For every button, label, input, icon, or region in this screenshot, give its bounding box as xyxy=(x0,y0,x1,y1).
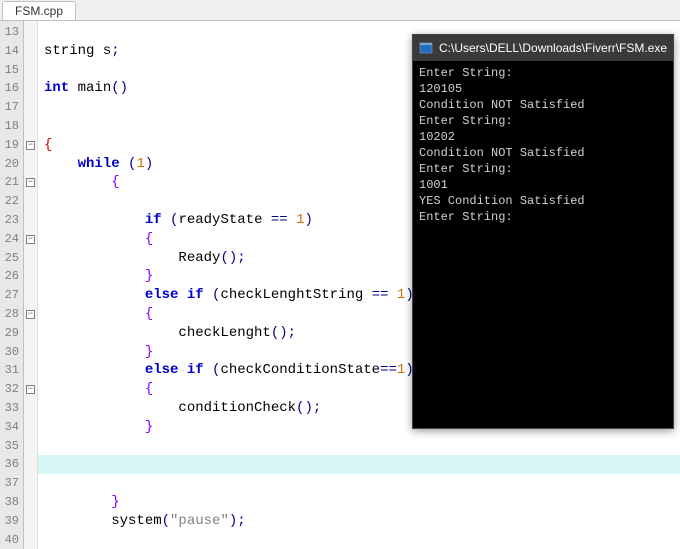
file-tab[interactable]: FSM.cpp xyxy=(2,1,76,20)
line-number: 20 xyxy=(0,155,23,174)
code-line[interactable] xyxy=(44,437,680,456)
fold-cell xyxy=(24,512,37,531)
fold-cell xyxy=(24,455,37,474)
fold-cell xyxy=(24,399,37,418)
fold-toggle-icon[interactable]: − xyxy=(26,310,35,319)
line-number: 33 xyxy=(0,399,23,418)
fold-cell[interactable]: − xyxy=(24,305,37,324)
fold-cell xyxy=(24,98,37,117)
console-title-text: C:\Users\DELL\Downloads\Fiverr\FSM.exe xyxy=(439,41,667,55)
fold-cell xyxy=(24,249,37,268)
fold-cell xyxy=(24,361,37,380)
fold-toggle-icon[interactable]: − xyxy=(26,235,35,244)
fold-cell[interactable]: − xyxy=(24,230,37,249)
line-number: 37 xyxy=(0,474,23,493)
line-number: 25 xyxy=(0,249,23,268)
console-window[interactable]: C:\Users\DELL\Downloads\Fiverr\FSM.exe E… xyxy=(412,34,674,429)
line-number: 38 xyxy=(0,493,23,512)
fold-cell xyxy=(24,418,37,437)
console-titlebar[interactable]: C:\Users\DELL\Downloads\Fiverr\FSM.exe xyxy=(413,35,673,61)
line-number: 27 xyxy=(0,286,23,305)
console-line: Enter String: xyxy=(419,161,667,177)
line-number: 40 xyxy=(0,531,23,549)
fold-toggle-icon[interactable]: − xyxy=(26,385,35,394)
tab-bar: FSM.cpp xyxy=(0,0,680,21)
line-number: 18 xyxy=(0,117,23,136)
console-line: 1001 xyxy=(419,177,667,193)
console-line: Enter String: xyxy=(419,113,667,129)
line-number: 36 xyxy=(0,455,23,474)
fold-cell xyxy=(24,267,37,286)
line-number: 26 xyxy=(0,267,23,286)
console-line: Condition NOT Satisfied xyxy=(419,97,667,113)
line-number: 30 xyxy=(0,343,23,362)
line-number: 21 xyxy=(0,173,23,192)
fold-cell xyxy=(24,192,37,211)
fold-cell xyxy=(24,42,37,61)
line-number: 13 xyxy=(0,23,23,42)
line-number: 15 xyxy=(0,61,23,80)
line-number: 19 xyxy=(0,136,23,155)
fold-cell[interactable]: − xyxy=(24,136,37,155)
console-line: 120105 xyxy=(419,81,667,97)
fold-toggle-icon[interactable]: − xyxy=(26,178,35,187)
console-line: Enter String: xyxy=(419,65,667,81)
line-number: 31 xyxy=(0,361,23,380)
fold-cell xyxy=(24,324,37,343)
console-icon xyxy=(419,41,433,55)
code-line[interactable] xyxy=(44,474,680,493)
line-number: 16 xyxy=(0,79,23,98)
code-line[interactable]: } xyxy=(44,493,680,512)
line-number: 14 xyxy=(0,42,23,61)
line-number-gutter: 1314151617181920212223242526272829303132… xyxy=(0,21,24,549)
console-line: YES Condition Satisfied xyxy=(419,193,667,209)
line-number: 32 xyxy=(0,380,23,399)
code-line[interactable] xyxy=(38,455,680,474)
fold-cell xyxy=(24,474,37,493)
fold-cell xyxy=(24,79,37,98)
console-output: Enter String:120105Condition NOT Satisfi… xyxy=(413,61,673,229)
fold-column: − − − − − xyxy=(24,21,38,549)
line-number: 28 xyxy=(0,305,23,324)
fold-cell xyxy=(24,117,37,136)
fold-cell xyxy=(24,155,37,174)
console-line: 10202 xyxy=(419,129,667,145)
code-line[interactable] xyxy=(44,531,680,549)
line-number: 34 xyxy=(0,418,23,437)
line-number: 24 xyxy=(0,230,23,249)
fold-cell xyxy=(24,437,37,456)
fold-cell xyxy=(24,61,37,80)
fold-cell xyxy=(24,531,37,549)
console-line: Enter String: xyxy=(419,209,667,225)
line-number: 22 xyxy=(0,192,23,211)
line-number: 29 xyxy=(0,324,23,343)
fold-cell xyxy=(24,493,37,512)
console-line: Condition NOT Satisfied xyxy=(419,145,667,161)
line-number: 35 xyxy=(0,437,23,456)
fold-cell xyxy=(24,343,37,362)
fold-cell xyxy=(24,211,37,230)
line-number: 39 xyxy=(0,512,23,531)
fold-toggle-icon[interactable]: − xyxy=(26,141,35,150)
line-number: 17 xyxy=(0,98,23,117)
fold-cell xyxy=(24,23,37,42)
fold-cell[interactable]: − xyxy=(24,173,37,192)
fold-cell[interactable]: − xyxy=(24,380,37,399)
code-line[interactable]: system("pause"); xyxy=(44,512,680,531)
line-number: 23 xyxy=(0,211,23,230)
fold-cell xyxy=(24,286,37,305)
